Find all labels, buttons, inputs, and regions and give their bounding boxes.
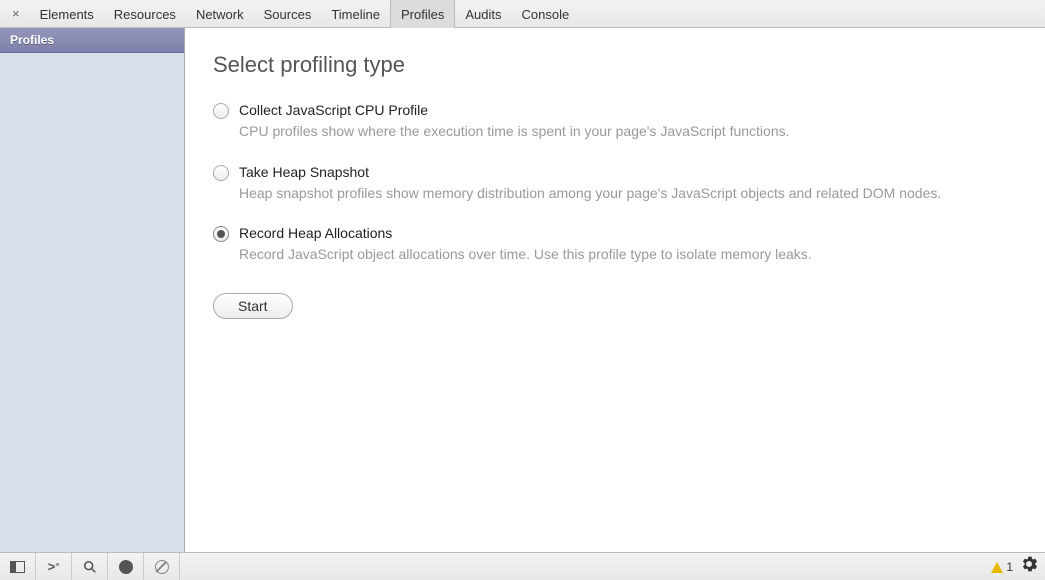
tab-console[interactable]: Console	[511, 0, 579, 28]
tab-network[interactable]: Network	[186, 0, 254, 28]
radio-1[interactable]	[213, 165, 229, 181]
option-title-0[interactable]: Collect JavaScript CPU Profile	[239, 102, 1017, 118]
tab-audits[interactable]: Audits	[455, 0, 511, 28]
tab-profiles[interactable]: Profiles	[390, 0, 455, 28]
sidebar: Profiles	[0, 28, 185, 552]
bottom-toolbar: >≡ 1	[0, 552, 1045, 580]
record-button[interactable]	[108, 553, 144, 580]
option-title-2[interactable]: Record Heap Allocations	[239, 225, 1017, 241]
content-panel: Select profiling type Collect JavaScript…	[185, 28, 1045, 552]
settings-button[interactable]	[1021, 556, 1037, 577]
warning-count: 1	[1006, 560, 1013, 574]
search-button[interactable]	[72, 553, 108, 580]
close-icon[interactable]: ×	[8, 6, 30, 21]
option-title-1[interactable]: Take Heap Snapshot	[239, 164, 1017, 180]
clear-icon	[155, 560, 169, 574]
console-icon: >≡	[48, 559, 60, 574]
option-text-2: Record Heap Allocations Record JavaScript…	[239, 225, 1017, 265]
start-button[interactable]: Start	[213, 293, 293, 319]
warnings-indicator[interactable]: 1	[991, 559, 1013, 574]
search-icon	[83, 560, 97, 574]
option-desc-1: Heap snapshot profiles show memory distr…	[239, 184, 1017, 204]
option-desc-0: CPU profiles show where the execution ti…	[239, 122, 1017, 142]
record-icon	[119, 560, 133, 574]
sidebar-header: Profiles	[0, 28, 184, 53]
option-text-0: Collect JavaScript CPU Profile CPU profil…	[239, 102, 1017, 142]
dock-toggle-button[interactable]	[0, 553, 36, 580]
warning-icon	[991, 562, 1003, 573]
tab-sources[interactable]: Sources	[254, 0, 322, 28]
devtools-tab-bar: × ElementsResourcesNetworkSourcesTimelin…	[0, 0, 1045, 28]
option-desc-2: Record JavaScript object allocations ove…	[239, 245, 1017, 265]
main-area: Profiles Select profiling type Collect J…	[0, 28, 1045, 552]
radio-0[interactable]	[213, 103, 229, 119]
radio-2[interactable]	[213, 226, 229, 242]
profile-option-0: Collect JavaScript CPU Profile CPU profil…	[213, 102, 1017, 142]
option-text-1: Take Heap Snapshot Heap snapshot profiles…	[239, 164, 1017, 204]
show-console-button[interactable]: >≡	[36, 553, 72, 580]
page-heading: Select profiling type	[213, 52, 1017, 78]
tab-elements[interactable]: Elements	[30, 0, 104, 28]
clear-button[interactable]	[144, 553, 180, 580]
profile-option-1: Take Heap Snapshot Heap snapshot profiles…	[213, 164, 1017, 204]
profile-option-2: Record Heap Allocations Record JavaScript…	[213, 225, 1017, 265]
tab-timeline[interactable]: Timeline	[321, 0, 390, 28]
tab-resources[interactable]: Resources	[104, 0, 186, 28]
dock-icon	[10, 561, 25, 573]
